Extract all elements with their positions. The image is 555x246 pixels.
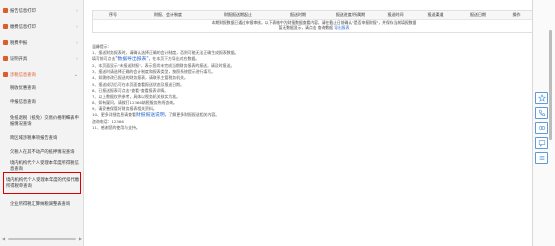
tips-line: 10、更多详细信息请查看财报报送说明，了解更多财报报送相关内容。 [92, 112, 220, 119]
link-icon[interactable] [535, 122, 548, 134]
sidebar-subitem-mortgage[interactable]: 欠税人在其不动产的抵押情况查询 [0, 146, 84, 160]
main-content: 序号 财报、会计制度 财报报送期起止 报送时期 报送进度/所属期 报送时间 报送… [92, 2, 540, 242]
report-icon [3, 8, 8, 13]
scrollbar-thumb[interactable] [549, 30, 552, 140]
sidebar-item-label: 税费申报 [10, 40, 28, 46]
col-date: 报送日期 [470, 12, 486, 17]
sidebar-subitem-export-price[interactable]: 免抵退税（抵免）交易价格明细表申报情况查询 [0, 112, 84, 132]
chevron-right-icon: › [76, 55, 78, 62]
tips-line: 填写前可点击"数据导出报表"，在本页下方导出对应数据。 [92, 56, 200, 63]
export-highlight-link[interactable]: "数据导出报表" [115, 57, 148, 62]
sidebar-subitem-tax-incentive[interactable]: 税收优惠查询 [0, 84, 84, 94]
sidebar-item-label: 报告信息打印 [10, 8, 36, 14]
declaration-icon [3, 40, 8, 45]
sidebar-subitem-label: 企业所得税汇算纳税调整表查询 [10, 201, 71, 207]
sidebar-item-label: 缴费信息打印 [10, 24, 36, 30]
payment-icon [3, 24, 8, 29]
sidebar: 报告信息打印 › 缴费信息打印 › 税费申报 › 证明开具 › 涉税信息查询 ⌄… [0, 0, 84, 246]
col-action: 操作 [512, 12, 521, 17]
col-progress: 报送进度/所属期 [335, 12, 366, 17]
tips-line: 11、感谢您的使用与支持。 [92, 125, 140, 131]
sidebar-item-report-print[interactable]: 报告信息打印 › [0, 4, 84, 17]
query-icon [3, 72, 8, 77]
sidebar-subitem-label: 免抵退税（抵免）交易价格明细表申报情况查询 [10, 115, 79, 128]
vertical-scrollbar[interactable] [549, 10, 552, 238]
scroll-right-icon[interactable]: ▶ [79, 236, 82, 241]
sidebar-subitem-label: 跨区域涉税事项报告查询 [10, 135, 58, 141]
sidebar-item-label: 证明开具 [10, 56, 28, 62]
col-report-time: 报送时期 [290, 12, 306, 17]
certificate-icon [3, 56, 8, 61]
report-table: 序号 财报、会计制度 财报报送期起止 报送时期 报送进度/所属期 报送时间 报送… [92, 10, 536, 33]
col-accounting-system: 财报、会计制度 [154, 12, 182, 17]
chevron-down-icon: ⌄ [73, 71, 78, 78]
export-report-link[interactable]: 导出报表 [334, 25, 349, 30]
sidebar-item-certificate[interactable]: 证明开具 › [0, 52, 84, 65]
col-index: 序号 [109, 12, 117, 17]
col-submit-time: 报送时间 [387, 12, 404, 17]
sidebar-item-label: 涉税信息查询 [10, 72, 36, 78]
tips-section: 温馨提示： 1、报送财务报表时，请确认选择正确的会计制度，否则可能无法正确生成报… [92, 44, 512, 131]
col-channel: 报送渠道 [427, 12, 444, 17]
sidebar-subitem-label: 税收优惠查询 [10, 85, 36, 91]
chevron-right-icon: › [76, 39, 78, 46]
scroll-left-icon[interactable]: ◀ [2, 236, 5, 241]
list-icon[interactable] [535, 152, 548, 164]
sidebar-item-tax-declaration[interactable]: 税费申报 › [0, 36, 84, 49]
sidebar-subitem-cross-region[interactable]: 跨区域涉税事项报告查询 [0, 134, 84, 144]
selection-highlight [3, 172, 81, 194]
horizontal-scrollbar[interactable]: ◀ ▶ [2, 236, 82, 241]
sidebar-subitem-corporate-income[interactable]: 企业所得税汇算纳税调整表查询 [0, 198, 84, 212]
sidebar-subitem-declaration-query[interactable]: 申报信息查询 [0, 98, 84, 108]
sidebar-item-tax-query[interactable]: 涉税信息查询 ⌄ [0, 68, 84, 81]
table-notice: 本期财报数据已通过申报审核，以下表格中为财报数据查看内容，请在截止日前确认"是否… [93, 20, 535, 32]
table-header: 序号 财报、会计制度 财报报送期起止 报送时期 报送进度/所属期 报送时间 报送… [93, 11, 535, 20]
chevron-right-icon: › [76, 7, 78, 14]
table-notice-line2: 暂无数据显示，请点击 查询数据 [278, 24, 333, 30]
scrollbar-track[interactable] [8, 237, 76, 240]
col-report-period: 财报报送期起止 [224, 12, 252, 17]
guide-highlight-link[interactable]: 财报报送说明 [136, 113, 165, 118]
sidebar-subitem-label: 欠税人在其不动产的抵押情况查询 [10, 149, 75, 155]
sidebar-item-payment-print[interactable]: 缴费信息打印 › [0, 20, 84, 33]
phone-icon[interactable] [535, 107, 548, 119]
message-icon[interactable] [535, 137, 548, 149]
star-icon[interactable] [535, 92, 548, 104]
sidebar-subitem-label: 申报信息查询 [10, 99, 36, 105]
chevron-right-icon: › [76, 23, 78, 30]
